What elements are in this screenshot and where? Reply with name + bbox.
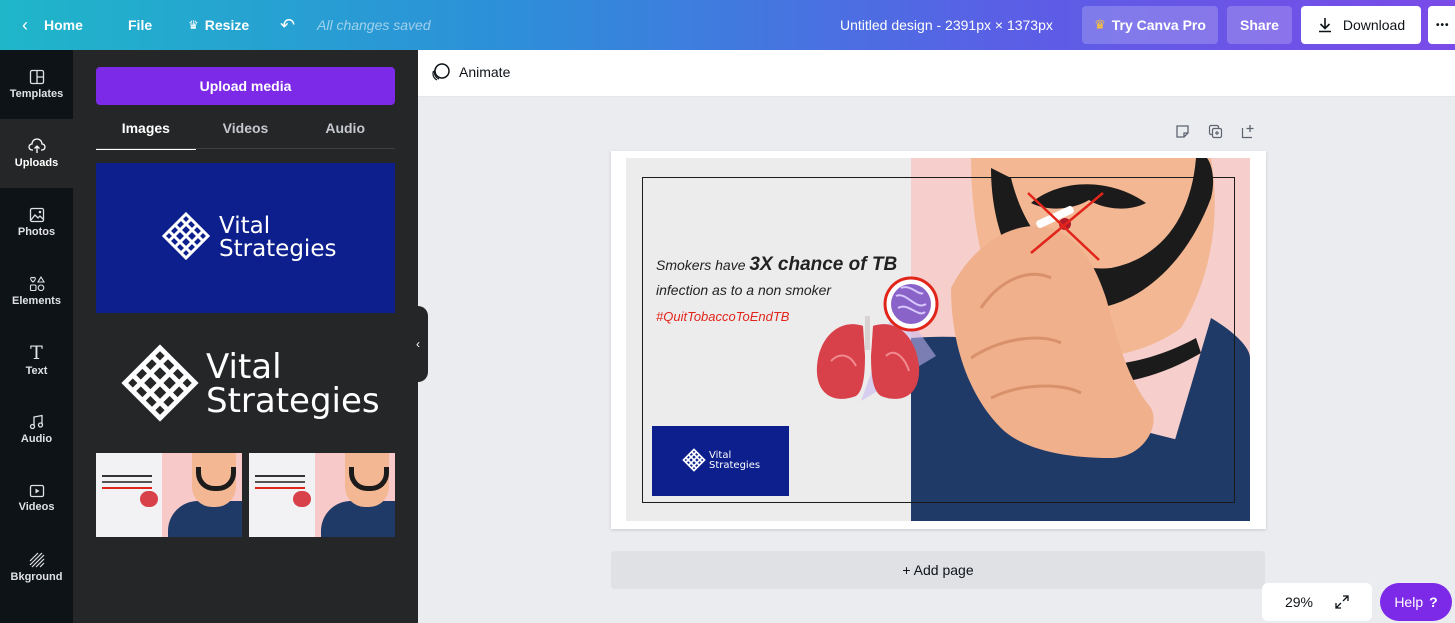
design-logo-box[interactable]: Vital Strategies	[652, 426, 789, 496]
animate-button[interactable]: Animate	[431, 63, 510, 81]
tab-videos[interactable]: Videos	[196, 118, 296, 150]
rail-item-audio[interactable]: Audio	[0, 395, 73, 464]
undo-icon: ↶	[280, 14, 296, 35]
headline-prefix: Smokers have	[656, 257, 746, 273]
uploaded-image-logo-blue[interactable]: Vital Strategies	[96, 163, 395, 313]
help-question-mark: ?	[1429, 594, 1438, 610]
crown-icon: ♛	[188, 18, 199, 32]
video-icon	[29, 484, 44, 498]
help-button[interactable]: Help ?	[1380, 583, 1452, 621]
rail-item-elements[interactable]: Elements	[0, 257, 73, 326]
rail-label: Photos	[17, 226, 56, 238]
rail-label: Audio	[20, 433, 53, 445]
tab-audio[interactable]: Audio	[295, 118, 395, 150]
animate-label: Animate	[459, 64, 511, 80]
home-label: Home	[44, 17, 83, 33]
download-button[interactable]: Download	[1301, 6, 1421, 44]
download-label: Download	[1342, 17, 1406, 33]
page-tools	[1175, 124, 1256, 139]
zoom-control[interactable]: 29%	[1262, 583, 1372, 621]
chevron-left-icon: ‹	[22, 14, 28, 35]
zoom-level[interactable]: 29%	[1285, 594, 1313, 610]
resize-button[interactable]: ♛ Resize	[188, 0, 249, 50]
logo-line2: Strategies	[219, 236, 337, 262]
photo-icon	[29, 207, 44, 223]
collapse-panel-handle[interactable]: ‹	[408, 306, 428, 382]
logo-line2: Strategies	[709, 460, 761, 471]
thumb-shirt	[321, 501, 395, 537]
duplicate-page-icon[interactable]	[1208, 124, 1223, 139]
more-label: •••	[1436, 19, 1450, 31]
templates-icon	[29, 69, 44, 85]
chevron-left-icon: ‹	[416, 337, 420, 351]
design-hashtag[interactable]: #QuitTobaccoToEndTB	[656, 309, 789, 324]
file-label: File	[128, 17, 153, 33]
thumb-text-lines	[102, 475, 152, 477]
editor-toolbar: Animate	[418, 50, 1455, 97]
rail-label: Videos	[18, 501, 55, 513]
logo-line1: Vital	[206, 347, 282, 387]
rail-item-background[interactable]: Bkground	[0, 533, 73, 602]
resize-label: Resize	[204, 17, 250, 33]
upload-media-button[interactable]: Upload media	[96, 67, 395, 105]
home-button[interactable]: ‹ Home	[22, 0, 83, 50]
logo-line2: Strategies	[206, 381, 380, 421]
logo-line1: Vital	[219, 213, 271, 239]
file-menu-button[interactable]: File	[128, 0, 152, 50]
uploaded-logo-text: Vital Strategies	[219, 215, 336, 261]
music-note-icon	[29, 414, 43, 430]
rail-label: Uploads	[14, 157, 59, 169]
crown-icon: ♛	[1094, 17, 1106, 32]
undo-button[interactable]: ↶	[280, 0, 295, 50]
thumb-lungs	[140, 491, 158, 507]
rail-item-templates[interactable]: Templates	[0, 50, 73, 119]
thumb-lungs	[293, 491, 311, 507]
design-logo-text: Vital Strategies	[709, 451, 760, 471]
design-page[interactable]: Smokers have 3X chance of TB infection a…	[611, 151, 1266, 529]
try-pro-label: Try Canva Pro	[1111, 17, 1206, 33]
media-tabs: Images Videos Audio	[96, 118, 395, 150]
rail-item-videos[interactable]: Videos	[0, 464, 73, 533]
lungs-illustration	[816, 276, 939, 401]
uploaded-logo-text: Vital Strategies	[206, 350, 380, 418]
save-status: All changes saved	[317, 17, 431, 33]
uploaded-image-logo-white[interactable]: Vital Strategies	[96, 333, 395, 436]
vital-strategies-mark-icon	[682, 448, 706, 472]
rail-item-text[interactable]: T Text	[0, 326, 73, 395]
tabs-divider	[96, 148, 395, 149]
add-page-icon[interactable]	[1241, 124, 1256, 139]
rail-label: Elements	[12, 295, 61, 307]
rail-label: Templates	[9, 88, 64, 100]
uploaded-image-design-thumbnail[interactable]	[96, 453, 242, 537]
cloud-upload-icon	[27, 138, 46, 153]
share-button[interactable]: Share	[1227, 6, 1292, 44]
tab-images[interactable]: Images	[96, 118, 196, 150]
thumb-text-lines	[255, 475, 305, 477]
rail-item-photos[interactable]: Photos	[0, 188, 73, 257]
help-label: Help	[1394, 594, 1424, 610]
add-page-button[interactable]: + Add page	[611, 551, 1265, 589]
try-canva-pro-button[interactable]: ♛ Try Canva Pro	[1082, 6, 1218, 44]
rail-item-uploads[interactable]: Uploads	[0, 119, 73, 188]
thumb-shirt	[168, 501, 242, 537]
vital-strategies-mark-icon	[121, 344, 199, 422]
vital-strategies-mark-icon	[161, 211, 211, 261]
left-rail: Templates Uploads Photos Elements T Text…	[0, 50, 73, 623]
uploads-panel: Upload media Images Videos Audio Vital S…	[73, 50, 418, 623]
fullscreen-icon[interactable]	[1335, 595, 1349, 609]
animate-icon	[432, 63, 450, 81]
text-icon: T	[30, 342, 43, 364]
uploaded-image-design-thumbnail[interactable]	[249, 453, 395, 537]
more-options-button[interactable]: •••	[1428, 6, 1455, 44]
top-bar: ‹ Home File ♛ Resize ↶ All changes saved…	[0, 0, 1455, 50]
background-icon	[29, 552, 44, 568]
design-title[interactable]: Untitled design - 2391px × 1373px	[840, 0, 1053, 50]
download-icon	[1318, 18, 1331, 33]
shapes-icon	[29, 276, 45, 292]
rail-label: Text	[25, 365, 48, 377]
rail-label: Bkground	[10, 571, 63, 583]
page-notes-icon[interactable]	[1175, 124, 1190, 139]
share-label: Share	[1240, 17, 1279, 33]
design-canvas[interactable]: Smokers have 3X chance of TB infection a…	[626, 158, 1250, 521]
